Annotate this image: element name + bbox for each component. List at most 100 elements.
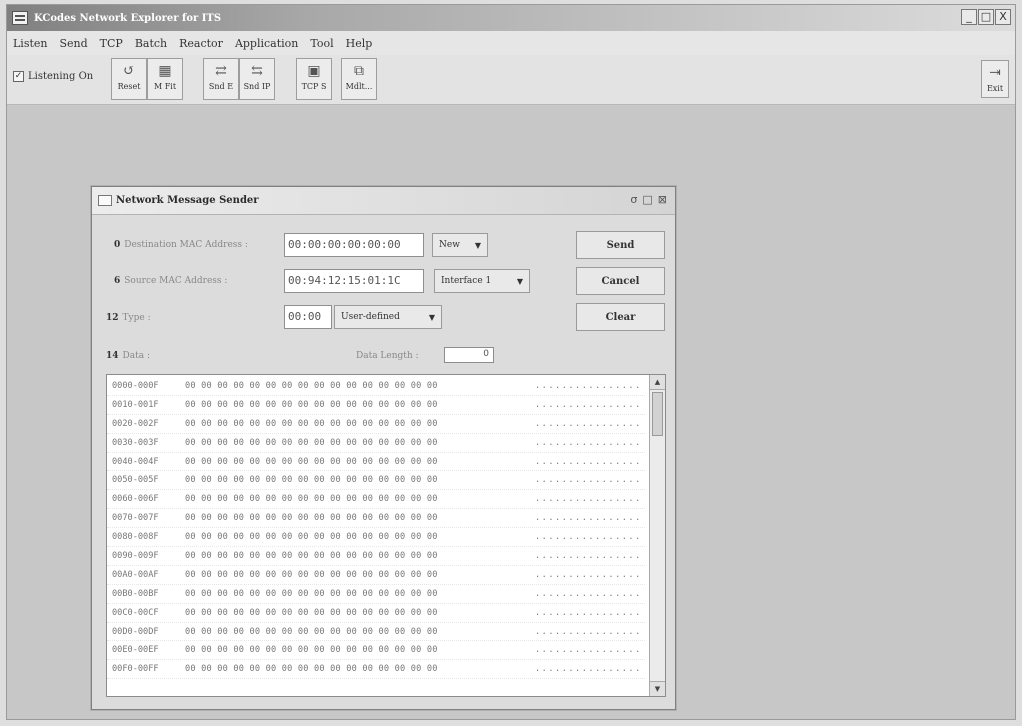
hex-row[interactable]: 0000-000F 00 00 00 00 00 00 00 00 00 00 0…	[107, 377, 645, 396]
hex-row-bytes[interactable]: 00 00 00 00 00 00 00 00 00 00 00 00 00 0…	[185, 419, 525, 429]
hex-row[interactable]: 00A0-00AF 00 00 00 00 00 00 00 00 00 00 0…	[107, 566, 645, 585]
menu-batch[interactable]: Batch	[135, 37, 167, 50]
hex-row-bytes[interactable]: 00 00 00 00 00 00 00 00 00 00 00 00 00 0…	[185, 589, 525, 599]
cancel-button[interactable]: Cancel	[576, 267, 665, 295]
hex-row-bytes[interactable]: 00 00 00 00 00 00 00 00 00 00 00 00 00 0…	[185, 627, 525, 637]
dest-mac-offset: 0	[114, 240, 121, 250]
send-ethernet-button[interactable]: ⇄ Snd E	[203, 58, 239, 100]
hex-row[interactable]: 00C0-00CF 00 00 00 00 00 00 00 00 00 00 0…	[107, 604, 645, 623]
dialog-maximize-button[interactable]: □	[642, 193, 652, 206]
hex-row-bytes[interactable]: 00 00 00 00 00 00 00 00 00 00 00 00 00 0…	[185, 494, 525, 504]
exit-label: Exit	[986, 84, 1004, 93]
hex-row[interactable]: 0080-008F 00 00 00 00 00 00 00 00 00 00 0…	[107, 528, 645, 548]
dialog-minimize-button[interactable]: σ	[630, 193, 637, 206]
minimize-button[interactable]: _	[961, 9, 977, 25]
hex-row-bytes[interactable]: 00 00 00 00 00 00 00 00 00 00 00 00 00 0…	[185, 400, 525, 410]
toolbar-group-send: ⇄ Snd E ⇆ Snd IP	[203, 58, 275, 100]
tcp-label: TCP S	[301, 82, 327, 91]
hex-row-bytes[interactable]: 00 00 00 00 00 00 00 00 00 00 00 00 00 0…	[185, 608, 525, 618]
listening-checkbox[interactable]: ✓	[13, 71, 24, 82]
module-button[interactable]: ⧉ Mdlt...	[341, 58, 377, 100]
close-button[interactable]: X	[995, 9, 1011, 25]
clear-button[interactable]: Clear	[576, 303, 665, 331]
menu-listen[interactable]: Listen	[13, 37, 47, 50]
hex-row[interactable]: 00B0-00BF 00 00 00 00 00 00 00 00 00 00 0…	[107, 585, 645, 604]
scroll-down-icon[interactable]: ▼	[650, 681, 665, 696]
hex-row-bytes[interactable]: 00 00 00 00 00 00 00 00 00 00 00 00 00 0…	[185, 570, 525, 580]
hex-row-ascii: ................	[535, 380, 642, 391]
menu-send[interactable]: Send	[59, 37, 87, 50]
dialog-titlebar[interactable]: Network Message Sender σ □ ⊠	[92, 187, 675, 215]
hex-row-bytes[interactable]: 00 00 00 00 00 00 00 00 00 00 00 00 00 0…	[185, 551, 525, 561]
hex-row-address: 0020-002F	[112, 418, 159, 429]
data-length-field: 0	[444, 347, 494, 363]
src-mac-select-value: Interface 1	[441, 276, 492, 286]
type-label: 12 Type :	[106, 313, 151, 323]
menu-tool[interactable]: Tool	[310, 37, 333, 50]
hex-scrollbar[interactable]: ▲ ▼	[649, 375, 665, 696]
exit-button[interactable]: ⇥ Exit	[981, 60, 1009, 98]
menu-help[interactable]: Help	[346, 37, 373, 50]
reset-button[interactable]: ↺ Reset	[111, 58, 147, 100]
send-ethernet-icon: ⇄	[215, 63, 227, 79]
hex-row-ascii: ................	[535, 532, 642, 543]
listening-toggle[interactable]: ✓ Listening On	[13, 71, 93, 82]
filter-button[interactable]: ▦ M Fit	[147, 58, 183, 100]
dest-mac-label: 0 Destination MAC Address :	[114, 240, 248, 250]
hex-row-ascii: ................	[535, 494, 642, 505]
menu-reactor[interactable]: Reactor	[179, 37, 223, 50]
hex-row-bytes[interactable]: 00 00 00 00 00 00 00 00 00 00 00 00 00 0…	[185, 475, 525, 485]
hex-row[interactable]: 0070-007F 00 00 00 00 00 00 00 00 00 00 0…	[107, 509, 645, 529]
dest-mac-label-text: Destination MAC Address :	[124, 240, 248, 250]
hex-row[interactable]: 00E0-00EF 00 00 00 00 00 00 00 00 00 00 0…	[107, 641, 645, 661]
menu-tcp[interactable]: TCP	[100, 37, 123, 50]
src-mac-label: 6 Source MAC Address :	[114, 276, 227, 286]
hex-row-bytes[interactable]: 00 00 00 00 00 00 00 00 00 00 00 00 00 0…	[185, 438, 525, 448]
tcp-button[interactable]: ▣ TCP S	[296, 58, 332, 100]
src-mac-offset: 6	[114, 276, 121, 286]
scroll-up-icon[interactable]: ▲	[650, 375, 665, 390]
hex-row[interactable]: 0060-006F 00 00 00 00 00 00 00 00 00 00 0…	[107, 490, 645, 510]
hex-row[interactable]: 0040-004F 00 00 00 00 00 00 00 00 00 00 0…	[107, 453, 645, 472]
chevron-down-icon: ▼	[516, 276, 523, 286]
send-button[interactable]: Send	[576, 231, 665, 259]
hex-row-address: 00E0-00EF	[112, 645, 159, 656]
hex-row-bytes[interactable]: 00 00 00 00 00 00 00 00 00 00 00 00 00 0…	[185, 645, 525, 655]
menu-application[interactable]: Application	[235, 37, 298, 50]
data-label: 14 Data :	[106, 351, 150, 361]
workspace: Network Message Sender σ □ ⊠ 0 Destinatio…	[7, 106, 1015, 719]
dest-mac-input[interactable]: 00:00:00:00:00:00	[284, 233, 424, 257]
type-input[interactable]: 00:00	[284, 305, 332, 329]
hex-row[interactable]: 0050-005F 00 00 00 00 00 00 00 00 00 00 0…	[107, 471, 645, 491]
hex-row[interactable]: 00D0-00DF 00 00 00 00 00 00 00 00 00 00 0…	[107, 623, 645, 642]
hex-row[interactable]: 00F0-00FF 00 00 00 00 00 00 00 00 00 00 0…	[107, 660, 645, 680]
hex-row-bytes[interactable]: 00 00 00 00 00 00 00 00 00 00 00 00 00 0…	[185, 513, 525, 523]
hex-row[interactable]: 0030-003F 00 00 00 00 00 00 00 00 00 00 0…	[107, 434, 645, 453]
hex-row-bytes[interactable]: 00 00 00 00 00 00 00 00 00 00 00 00 00 0…	[185, 532, 525, 542]
hex-row-bytes[interactable]: 00 00 00 00 00 00 00 00 00 00 00 00 00 0…	[185, 457, 525, 467]
src-mac-select[interactable]: Interface 1 ▼	[434, 269, 530, 293]
hex-row[interactable]: 0090-009F 00 00 00 00 00 00 00 00 00 00 0…	[107, 547, 645, 566]
data-offset: 14	[106, 351, 119, 361]
hex-row-ascii: ................	[535, 437, 642, 448]
type-select[interactable]: User-defined ▼	[334, 305, 442, 329]
toolbar-group-listen: ↺ Reset ▦ M Fit	[111, 58, 183, 100]
maximize-button[interactable]: □	[978, 9, 994, 25]
src-mac-input[interactable]: 00:94:12:15:01:1C	[284, 269, 424, 293]
send-ip-button[interactable]: ⇆ Snd IP	[239, 58, 275, 100]
hex-row-bytes[interactable]: 00 00 00 00 00 00 00 00 00 00 00 00 00 0…	[185, 664, 525, 674]
dest-mac-select[interactable]: New ▼	[432, 233, 488, 257]
hex-data-editor[interactable]: 0000-000F 00 00 00 00 00 00 00 00 00 00 0…	[106, 374, 666, 697]
dialog-close-button[interactable]: ⊠	[658, 193, 667, 206]
type-select-value: User-defined	[341, 312, 400, 322]
hex-row-bytes[interactable]: 00 00 00 00 00 00 00 00 00 00 00 00 00 0…	[185, 381, 525, 391]
type-offset: 12	[106, 313, 119, 323]
dialog-window-icon	[98, 195, 112, 206]
toolbar: ✓ Listening On ↺ Reset ▦ M Fit ⇄ Snd E ⇆…	[7, 55, 1015, 105]
reset-label: Reset	[117, 82, 141, 91]
src-mac-label-text: Source MAC Address :	[124, 276, 228, 286]
hex-row[interactable]: 0010-001F 00 00 00 00 00 00 00 00 00 00 0…	[107, 396, 645, 415]
hex-row[interactable]: 0020-002F 00 00 00 00 00 00 00 00 00 00 0…	[107, 415, 645, 434]
scroll-thumb[interactable]	[652, 392, 663, 436]
hex-row-ascii: ................	[535, 456, 642, 467]
